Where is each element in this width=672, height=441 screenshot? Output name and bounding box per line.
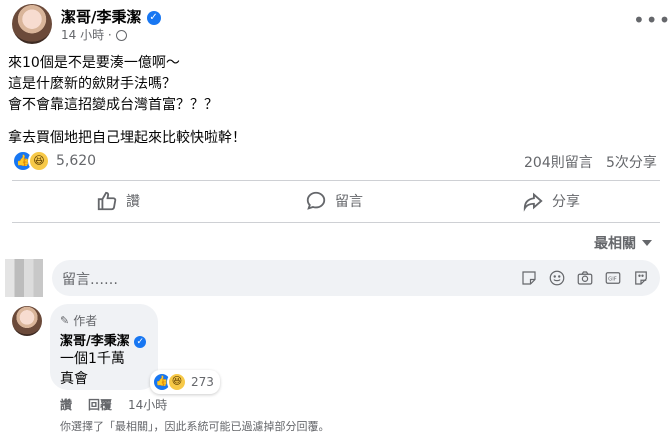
reply-reply-button[interactable]: 回覆 [88, 396, 112, 413]
post-header: 潔哥/李秉潔 ✓ [61, 6, 161, 27]
reply-actions: 讚 回覆 14小時 [60, 396, 167, 413]
reply-author-name[interactable]: 潔哥/李秉潔 [60, 334, 130, 349]
filter-notice: 你選擇了「最相關」，因此系統可能已過濾掉部分回覆。 [60, 420, 330, 433]
reply-line: 一個1千萬 [60, 351, 125, 367]
reply-reactions-count: 273 [191, 375, 214, 389]
reply-text: 一個1千萬 真會 [60, 349, 125, 389]
comment-button[interactable]: 留言 [305, 190, 363, 212]
current-user-avatar[interactable] [5, 259, 43, 297]
verified-icon: ✓ [146, 10, 161, 25]
reply-author-avatar[interactable] [12, 306, 42, 336]
verified-icon: ✓ [134, 335, 147, 348]
svg-text:GIF: GIF [608, 276, 617, 282]
globe-separator: · [107, 28, 116, 42]
reply-author: 潔哥/李秉潔 ✓ [60, 330, 147, 349]
post-body: 來10個是不是要湊一億啊～ 這是什麼新的歛財手法嗎？ 會不會靠這招變成台灣首富？… [8, 53, 246, 149]
post-time[interactable]: 14 小時 [61, 28, 104, 42]
reactions-count: 5,620 [56, 153, 97, 169]
more-icon[interactable]: ••• [633, 8, 671, 32]
thumbs-up-icon [97, 191, 117, 211]
like-button[interactable]: 讚 [96, 190, 140, 212]
post-line: 會不會靠這招變成台灣首富？？？ [8, 97, 218, 113]
pencil-icon: ✎ [60, 314, 70, 327]
reply-bubble: ✎ 作者 潔哥/李秉潔 ✓ 一個1千萬 真會 [50, 304, 158, 390]
sort-dropdown[interactable]: 最相關 [594, 233, 652, 253]
author-avatar[interactable] [12, 4, 52, 44]
author-badge-label: 作者 [73, 314, 98, 328]
reply-like-button[interactable]: 讚 [60, 396, 72, 413]
post-line: 拿去買個地把自己埋起來比較快啦幹！ [8, 130, 246, 146]
share-icon [523, 192, 543, 212]
reply-reactions[interactable]: 👍 😆 273 [150, 370, 220, 394]
reply-time[interactable]: 14小時 [128, 396, 167, 413]
shares-count[interactable]: 5次分享 [606, 152, 657, 172]
emoji-icon[interactable] [548, 269, 566, 287]
reply-line: 真會 [60, 371, 88, 387]
sticker-icon[interactable] [520, 269, 538, 287]
divider [12, 180, 660, 181]
comment-icon [306, 191, 326, 210]
gif-icon[interactable]: GIF [604, 269, 622, 287]
post-meta: 14 小時 · [61, 26, 127, 43]
post-line: 這是什麼新的歛財手法嗎？ [8, 76, 176, 92]
comments-count[interactable]: 204則留言 [524, 152, 593, 172]
haha-reaction-icon: 😆 [28, 150, 50, 172]
reaction-summary[interactable]: 👍 😆 5,620 [12, 150, 96, 172]
camera-icon[interactable] [576, 269, 594, 287]
comment-placeholder: 留言…… [62, 272, 118, 288]
author-badge: ✎ 作者 [60, 312, 97, 329]
avatar-sticker-icon[interactable] [632, 269, 650, 287]
author-name[interactable]: 潔哥/李秉潔 [61, 8, 141, 26]
share-label: 分享 [552, 194, 580, 210]
comment-input[interactable]: 留言…… GIF [52, 260, 660, 296]
comment-label: 留言 [335, 194, 363, 210]
divider [12, 222, 660, 223]
sort-label: 最相關 [594, 236, 636, 252]
dropdown-icon [642, 240, 652, 246]
like-label: 讚 [126, 194, 140, 210]
post-line: 來10個是不是要湊一億啊～ [8, 55, 180, 71]
share-button[interactable]: 分享 [522, 190, 580, 212]
haha-reaction-icon: 😆 [167, 372, 187, 392]
privacy-globe-icon [115, 30, 127, 41]
